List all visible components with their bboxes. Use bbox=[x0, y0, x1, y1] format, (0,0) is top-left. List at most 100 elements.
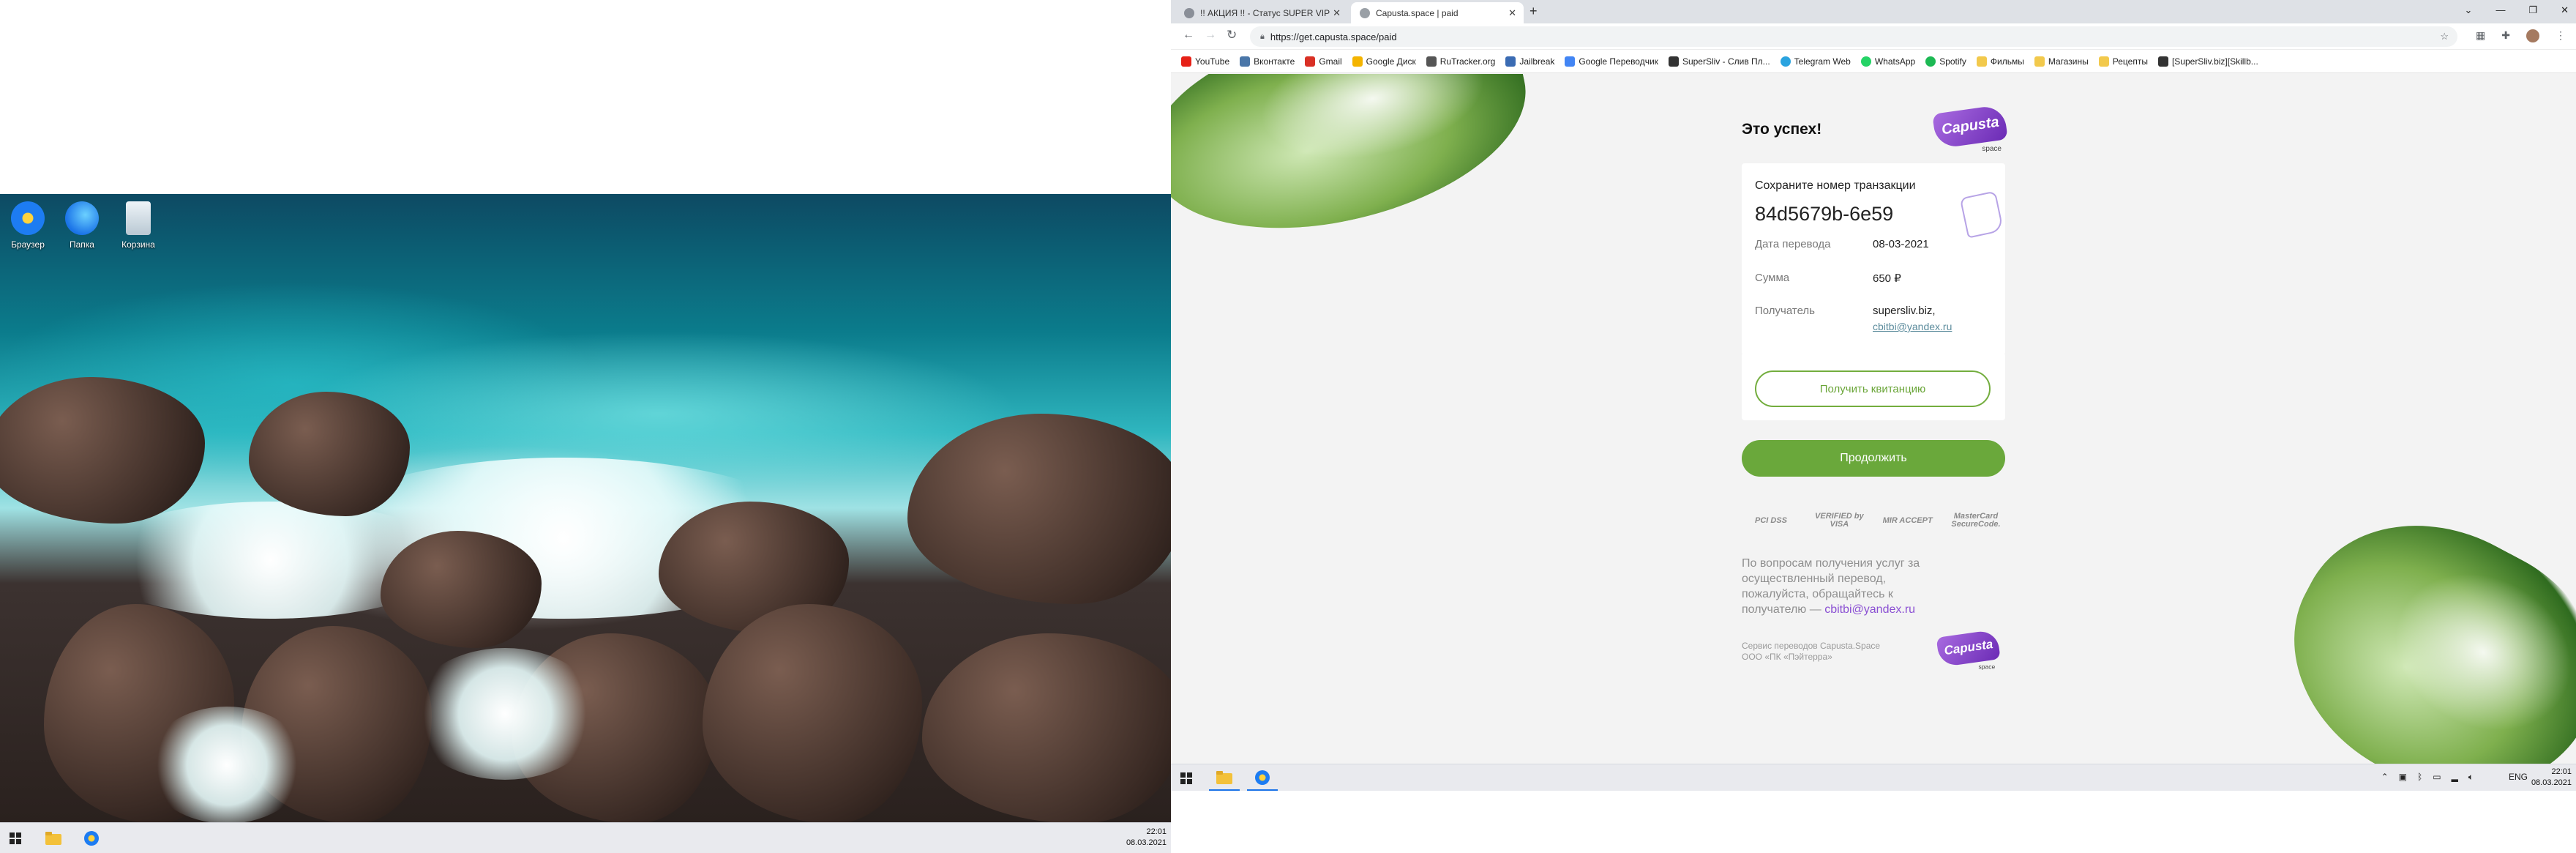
thumbs-up-icon bbox=[1959, 190, 2004, 239]
bookmark-star-icon[interactable]: ☆ bbox=[2440, 31, 2449, 42]
mastercard-securecode-badge: MasterCard SecureCode. bbox=[1951, 512, 2001, 529]
desktop-icon-label: Папка bbox=[70, 239, 94, 250]
capusta-logo[interactable]: Capusta space bbox=[1932, 104, 2008, 153]
bookmark-spotify[interactable]: Spotify bbox=[1925, 56, 1966, 67]
minimize-icon[interactable]: — bbox=[2496, 4, 2505, 16]
forward-icon[interactable]: → bbox=[1205, 29, 1216, 42]
left-monitor: Браузер Папка Корзина 22:01 08.03.2021 bbox=[0, 194, 1171, 853]
extensions-icon[interactable]: ▦ bbox=[2476, 29, 2485, 42]
taskbar-explorer-button[interactable] bbox=[38, 826, 69, 851]
avatar[interactable] bbox=[2526, 29, 2539, 42]
start-button[interactable] bbox=[1171, 766, 1202, 791]
taskbar-explorer-button[interactable] bbox=[1209, 766, 1240, 791]
toolbar-right-icons: ▦ ✚ ⋮ bbox=[2476, 29, 2566, 42]
rutracker-icon bbox=[1426, 56, 1437, 67]
bookmark-telegram[interactable]: Telegram Web bbox=[1780, 56, 1851, 67]
get-receipt-button[interactable]: Получить квитанцию bbox=[1755, 370, 1991, 407]
tab-capusta[interactable]: Capusta.space | paid ✕ bbox=[1351, 2, 1524, 23]
browser-tabstrip: !! АКЦИЯ !! - Статус SUPER VIP - ✕ Capus… bbox=[1171, 0, 2576, 23]
back-icon[interactable]: ← bbox=[1183, 29, 1194, 42]
bookmark-folder-recipes[interactable]: Рецепты bbox=[2098, 56, 2148, 67]
bookmark-folder-films[interactable]: Фильмы bbox=[1976, 56, 2024, 67]
recycle-bin-icon bbox=[126, 201, 151, 235]
desktop-icon-browser[interactable]: Браузер bbox=[2, 201, 53, 250]
bookmark-gmail[interactable]: Gmail bbox=[1305, 56, 1342, 67]
reload-icon[interactable]: ↻ bbox=[1227, 28, 1237, 42]
tray-chevron-icon[interactable]: ⌃ bbox=[2381, 772, 2389, 783]
footer-company: ООО «ПК «Пэйтерра» bbox=[1742, 652, 1832, 662]
recipient-label: Получатель bbox=[1755, 305, 1815, 317]
bookmark-label: WhatsApp bbox=[1874, 56, 1916, 67]
tab-akciya[interactable]: !! АКЦИЯ !! - Статус SUPER VIP - ✕ bbox=[1175, 2, 1348, 23]
bookmark-folder-shops[interactable]: Магазины bbox=[2034, 56, 2089, 67]
tab-title: !! АКЦИЯ !! - Статус SUPER VIP - bbox=[1200, 7, 1332, 18]
recipient-email-link[interactable]: cbitbi@yandex.ru bbox=[1873, 321, 1952, 332]
taskbar-browser-button[interactable] bbox=[76, 826, 107, 851]
footer-info: Сервис переводов Capusta.Space ООО «ПК «… bbox=[1742, 641, 1880, 663]
payment-security-badges: PCI DSS VERIFIED by VISA MIR ACCEPT Mast… bbox=[1742, 506, 2005, 535]
desktop-icon-folder[interactable]: Папка bbox=[56, 201, 108, 250]
close-window-icon[interactable]: ✕ bbox=[2561, 4, 2569, 16]
logo-sub: space bbox=[1978, 663, 1996, 671]
bookmark-jailbreak[interactable]: Jailbreak bbox=[1505, 56, 1554, 67]
google-drive-icon bbox=[1352, 56, 1363, 67]
system-tray: ⌃ ▣ ᛒ ▭ ▂ 🔈︎ bbox=[2381, 772, 2474, 783]
menu-icon[interactable]: ⋮ bbox=[2556, 29, 2566, 42]
bookmark-rutracker[interactable]: RuTracker.org bbox=[1426, 56, 1496, 67]
bookmark-google-drive[interactable]: Google Диск bbox=[1352, 56, 1416, 67]
clock-time: 22:01 bbox=[1146, 827, 1167, 836]
transaction-id: 84d5679b-6e59 bbox=[1755, 203, 1894, 225]
folder-icon bbox=[1216, 771, 1232, 784]
new-tab-button[interactable]: + bbox=[1530, 4, 1538, 19]
address-url: https://get.capusta.space/paid bbox=[1270, 31, 1397, 42]
folder-icon bbox=[65, 201, 99, 235]
puzzle-icon[interactable]: ✚ bbox=[2501, 29, 2510, 42]
capusta-footer-logo[interactable]: Capusta space bbox=[1936, 629, 2001, 671]
receipt-card: Получить квитанцию bbox=[1742, 354, 2005, 420]
jailbreak-icon bbox=[1505, 56, 1516, 67]
bookmark-youtube[interactable]: YouTube bbox=[1181, 56, 1229, 67]
folder-icon bbox=[1976, 56, 1987, 67]
lock-icon: 🔒︎ bbox=[1260, 31, 1265, 41]
desktop-icon-label: Корзина bbox=[121, 239, 155, 250]
tray-app-icon[interactable]: ▣ bbox=[2399, 772, 2407, 783]
close-icon[interactable]: ✕ bbox=[1333, 7, 1341, 19]
tab-search-icon[interactable]: ⌄ bbox=[2465, 4, 2473, 16]
address-bar[interactable]: 🔒︎ https://get.capusta.space/paid ☆ bbox=[1250, 26, 2457, 47]
bookmark-label: RuTracker.org bbox=[1439, 56, 1496, 67]
maximize-icon[interactable]: ❐ bbox=[2528, 4, 2537, 16]
bookmark-label: YouTube bbox=[1195, 56, 1230, 67]
bookmark-google-translate[interactable]: Google Переводчик bbox=[1565, 56, 1658, 67]
right-taskbar-clock[interactable]: 22:01 08.03.2021 bbox=[2531, 767, 2572, 789]
battery-icon[interactable]: ▭ bbox=[2433, 772, 2441, 783]
continue-button[interactable]: Продолжить bbox=[1742, 440, 2005, 477]
desktop-icon-label: Браузер bbox=[11, 239, 45, 250]
google-translate-icon bbox=[1565, 56, 1576, 67]
bookmark-label: Вконтакте bbox=[1254, 56, 1295, 67]
volume-icon[interactable]: 🔈︎ bbox=[2468, 772, 2474, 783]
supersliv-icon bbox=[2157, 56, 2168, 67]
bookmark-label: Google Диск bbox=[1366, 56, 1416, 67]
taskbar-browser-button[interactable] bbox=[1247, 766, 1278, 791]
kale-leaf-decoration-top bbox=[1171, 74, 1546, 258]
close-icon[interactable]: ✕ bbox=[1508, 7, 1516, 19]
kale-leaf-decoration-bottom bbox=[2250, 477, 2576, 764]
support-email-link[interactable]: cbitbi@yandex.ru bbox=[1824, 603, 1915, 616]
bookmark-supersliv[interactable]: SuperSliv - Слив Пл... bbox=[1668, 56, 1770, 67]
desktop-icon-recycle-bin[interactable]: Корзина bbox=[113, 201, 164, 250]
bookmark-whatsapp[interactable]: WhatsApp bbox=[1860, 56, 1916, 67]
payment-page: Это успех! Capusta space Сохраните номер… bbox=[1171, 74, 2576, 764]
bookmark-supersliv-skillbox[interactable]: [SuperSliv.biz][Skillb... bbox=[2157, 56, 2258, 67]
network-icon[interactable]: ▂ bbox=[2452, 772, 2458, 783]
bluetooth-icon[interactable]: ᛒ bbox=[2417, 772, 2422, 783]
language-indicator[interactable]: ENG bbox=[2509, 772, 2528, 782]
left-taskbar: 22:01 08.03.2021 bbox=[0, 822, 1171, 853]
bookmark-vk[interactable]: Вконтакте bbox=[1240, 56, 1295, 67]
save-transaction-label: Сохраните номер транзакции bbox=[1755, 179, 1916, 192]
browser-icon bbox=[1255, 770, 1270, 785]
date-label: Дата перевода bbox=[1755, 238, 1831, 250]
bookmark-label: Рецепты bbox=[2112, 56, 2148, 67]
start-button[interactable] bbox=[0, 826, 31, 851]
tab-favicon bbox=[1184, 7, 1194, 18]
left-taskbar-clock[interactable]: 22:01 08.03.2021 bbox=[1126, 827, 1167, 849]
